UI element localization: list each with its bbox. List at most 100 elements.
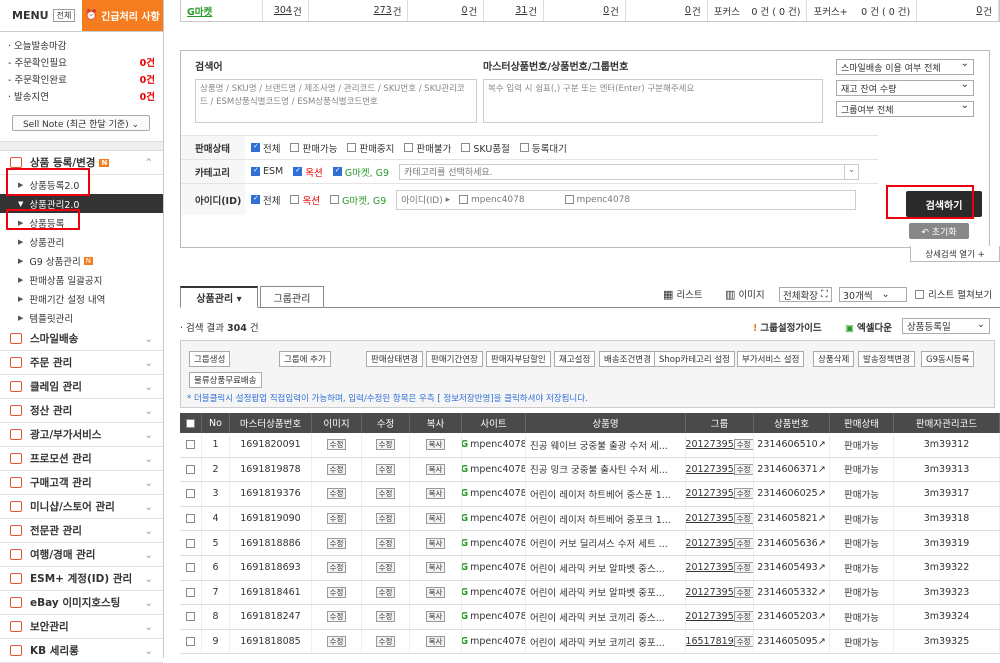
row-checkbox-cell[interactable] (180, 531, 202, 555)
sidebar-category[interactable]: 미니샵/스토어 관리 ⌄ (0, 495, 163, 519)
edit-button[interactable]: 수정 (375, 586, 396, 598)
row-checkbox[interactable] (186, 514, 195, 524)
summary-cell[interactable]: 0건 (917, 0, 1000, 21)
product-number[interactable]: 2314606371 ↗ (754, 457, 830, 482)
toolbar-button[interactable]: 발송정책변경 (858, 351, 915, 367)
copy-button[interactable]: 복사 (425, 513, 446, 525)
copy-button[interactable]: 복사 (425, 611, 446, 623)
toolbar-button[interactable]: 상품삭제 (813, 351, 855, 367)
group-number-link[interactable]: 20127395 (686, 611, 734, 622)
product-name[interactable]: 진공 밍크 궁중불 출사틴 수저 세... (526, 457, 686, 482)
group-edit-button[interactable]: 수정 (733, 513, 753, 525)
group-edit-button[interactable]: 수정 (733, 488, 753, 500)
sidebar-category[interactable]: 스마일배송 ⌄ (0, 327, 163, 351)
sort-select[interactable]: 상품등록일 ⌄ (902, 318, 990, 334)
toolbar-button[interactable]: 배송조건변경 (599, 351, 656, 367)
group-number-link[interactable]: 20127395 (686, 587, 734, 598)
edit-button[interactable]: 수정 (375, 488, 396, 500)
sidebar-category[interactable]: 구매고객 관리 ⌄ (0, 471, 163, 495)
summary-cell[interactable]: 포커스 0 건 ( 0 건) (708, 0, 808, 21)
tab-group[interactable]: 그룹관리 (260, 286, 324, 308)
group-number-link[interactable]: 20127395 (686, 488, 734, 499)
summary-cell[interactable]: 0건 (408, 0, 485, 21)
copy-button[interactable]: 복사 (425, 463, 446, 475)
image-edit-button[interactable]: 수정 (326, 513, 347, 525)
group-edit-button[interactable]: 수정 (733, 611, 753, 623)
id1-checkbox[interactable]: mpenc4078 (458, 195, 525, 205)
group-select[interactable]: 그룹여부 전체 (836, 100, 974, 117)
product-number[interactable]: 2314605203 ↗ (754, 605, 830, 629)
table-row[interactable]: 81691818247 수정 수정 복사 Gmpenc4078어린이 세라믹 커보 코끼… (180, 605, 1000, 630)
stock-select[interactable]: 재고 잔여 수량 (836, 79, 974, 96)
edit-button[interactable]: 수정 (375, 537, 396, 549)
edit-button[interactable]: 수정 (375, 439, 396, 451)
row-checkbox[interactable] (186, 587, 195, 597)
group-edit-button[interactable]: 수정 (733, 463, 753, 475)
id2-checkbox[interactable]: mpenc4078 (564, 195, 630, 205)
row-checkbox-cell[interactable] (180, 555, 202, 580)
image-edit-button[interactable]: 수정 (326, 537, 347, 549)
group-number-link[interactable]: 20127395 (686, 439, 734, 450)
sidebar-category[interactable]: 정산 관리 ⌄ (0, 399, 163, 423)
summary-cell[interactable]: G마켓 (181, 0, 263, 21)
group-edit-button[interactable]: 수정 (733, 439, 753, 451)
select-all-checkbox[interactable] (186, 418, 195, 428)
copy-button[interactable]: 복사 (425, 537, 446, 549)
product-number[interactable]: 2314605821 ↗ (754, 506, 830, 531)
row-checkbox[interactable] (186, 563, 195, 573)
expand-button[interactable]: 전체확장 ⛶ (779, 287, 832, 302)
toolbar-button[interactable]: 부가서비스 설정 (737, 351, 805, 367)
product-number[interactable]: 2314605332 ↗ (754, 580, 830, 605)
table-row[interactable]: 41691819090 수정 수정 복사 Gmpenc4078어린이 레이저 하트베어 … (180, 506, 1000, 532)
table-header-cell[interactable] (180, 413, 202, 433)
row-checkbox-cell[interactable] (180, 457, 202, 482)
product-name[interactable]: 어린이 레이저 하트베어 중포크 1... (526, 506, 686, 531)
product-number[interactable]: 2314605095 ↗ (754, 629, 830, 654)
menu-all-button[interactable]: 전체 (52, 9, 76, 22)
group-number-link[interactable]: 16517819 (686, 636, 734, 647)
product-name[interactable]: 어린이 세라믹 커보 코끼리 중포... (526, 629, 686, 654)
today-count[interactable]: 0건 (140, 89, 155, 106)
sidebar-category[interactable]: 여행/경매 관리 ⌄ (0, 543, 163, 567)
filter-checkbox[interactable]: 전체 (251, 193, 280, 207)
filter-checkbox[interactable]: 옥션 (290, 193, 320, 207)
chevron-down-icon[interactable]: ⌄ (844, 164, 858, 179)
toolbar-button[interactable]: 판매자부담할인 (486, 351, 551, 367)
image-edit-button[interactable]: 수정 (326, 562, 347, 574)
sidebar-category[interactable]: ESM+ 계정(ID) 관리 ⌄ (0, 567, 163, 591)
summary-cell[interactable]: 0건 (626, 0, 708, 21)
summary-cell[interactable]: 273 건 (309, 0, 409, 21)
product-number[interactable]: 2314606510 ↗ (754, 433, 830, 457)
sidebar-category[interactable]: 보안관리 ⌄ (0, 615, 163, 639)
master-code-input[interactable]: 복수 입력 시 쉼표(,) 구분 또는 엔터(Enter) 구분해주세요 (483, 79, 823, 123)
toolbar-button[interactable]: 물류상품무료배송 (189, 372, 262, 388)
row-checkbox[interactable] (186, 612, 195, 622)
edit-button[interactable]: 수정 (375, 562, 396, 574)
row-checkbox[interactable] (186, 440, 195, 450)
sidebar-category[interactable]: 클레임 관리 ⌄ (0, 375, 163, 399)
product-number[interactable]: 2314605636 ↗ (754, 531, 830, 555)
group-number-link[interactable]: 20127395 (686, 538, 734, 549)
product-number[interactable]: 2314606025 ↗ (754, 482, 830, 506)
table-row[interactable]: 11691820091 수정 수정 복사 Gmpenc4078진공 웨이브 궁중불 출광… (180, 433, 1000, 458)
image-edit-button[interactable]: 수정 (326, 463, 347, 475)
sidebar-sub-item[interactable]: ▶ 상품관리 (0, 232, 163, 251)
image-edit-button[interactable]: 수정 (326, 586, 347, 598)
group-edit-button[interactable]: 수정 (733, 636, 753, 648)
status-checkbox[interactable]: 전체 (251, 141, 280, 155)
table-row[interactable]: 91691818085 수정 수정 복사 Gmpenc4078어린이 세라믹 커보 코끼… (180, 629, 1000, 655)
status-checkbox[interactable]: SKU품절 (461, 141, 510, 155)
summary-cell[interactable]: 31 건 (484, 0, 545, 21)
copy-button[interactable]: 복사 (425, 586, 446, 598)
summary-cell[interactable]: 포커스+ 0 건 ( 0 건) (807, 0, 918, 21)
edit-button[interactable]: 수정 (375, 636, 396, 648)
row-checkbox-cell[interactable] (180, 629, 202, 654)
sidebar-category[interactable]: 전문관 관리 ⌄ (0, 519, 163, 543)
group-edit-button[interactable]: 수정 (733, 537, 753, 549)
row-checkbox[interactable] (186, 637, 195, 647)
group-number-link[interactable]: 20127395 (686, 562, 734, 573)
sellnote-select[interactable]: Sell Note (최근 한달 기준) ⌄ (12, 115, 150, 131)
status-checkbox[interactable]: 등록대기 (519, 141, 567, 155)
today-count[interactable]: 0건 (140, 72, 155, 89)
category-input[interactable]: 카테고리를 선택하세요. ⌄ (399, 163, 860, 180)
